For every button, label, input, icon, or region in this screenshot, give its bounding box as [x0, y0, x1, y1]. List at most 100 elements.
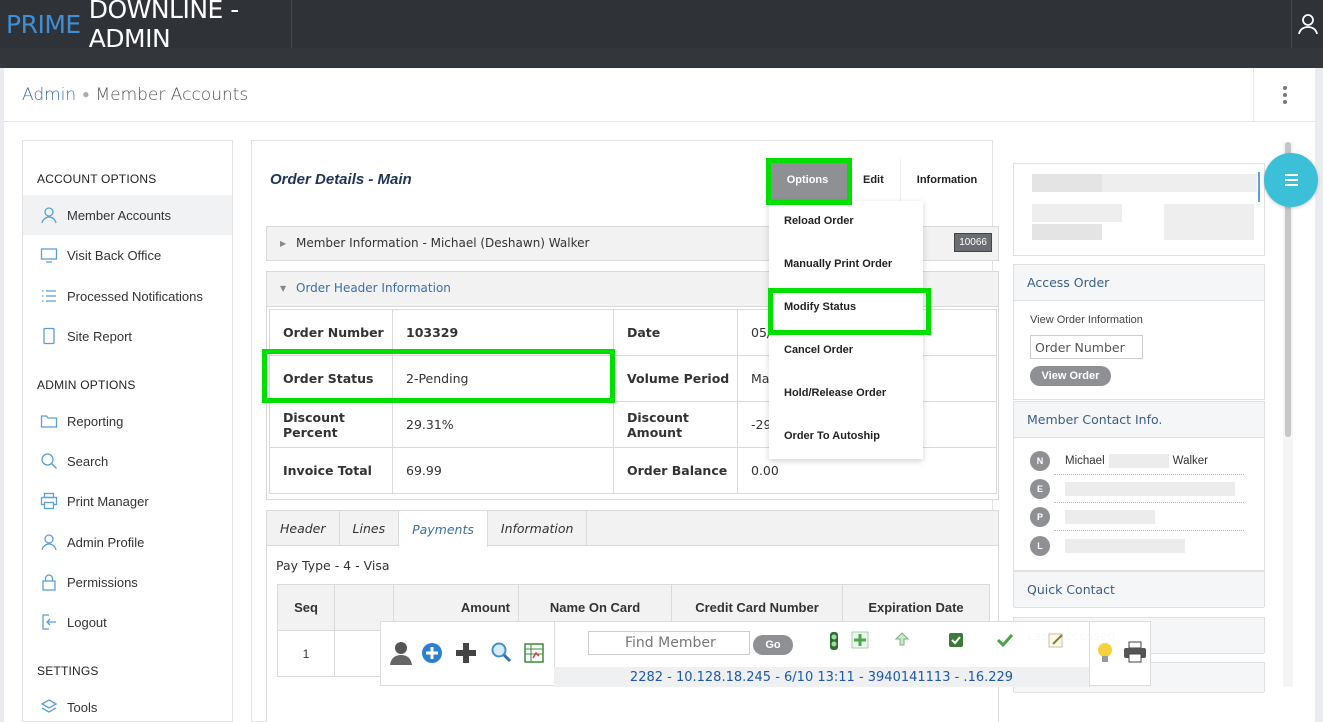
email-badge-icon: E	[1030, 479, 1050, 499]
user-icon	[1297, 14, 1318, 35]
highlight-modify-status	[768, 288, 931, 335]
member-silhouette-icon[interactable]	[389, 640, 413, 666]
checkmark-icon[interactable]	[996, 631, 1014, 649]
redacted-block	[1108, 454, 1169, 468]
date-label: Date	[613, 309, 738, 356]
traffic-light-icon[interactable]	[827, 632, 841, 650]
breadcrumb-admin-link[interactable]: Admin	[22, 85, 76, 105]
accent-bar	[1258, 172, 1260, 202]
printer-icon	[39, 491, 59, 511]
sidebar-item-label: Permissions	[67, 574, 138, 590]
quick-contact-card[interactable]: Quick Contact	[1013, 571, 1265, 608]
sidebar-item-processed-notifications[interactable]: Processed Notifications	[23, 276, 232, 316]
view-order-button[interactable]: View Order	[1030, 366, 1111, 386]
expanded-arrow-icon: ▼	[280, 284, 287, 293]
payment-tabs: Header Lines Payments Information	[267, 511, 998, 547]
menu-item-hold-release-order[interactable]: Hold/Release Order	[769, 373, 923, 413]
brand-logo[interactable]: PRIME DOWNLINE - ADMIN	[0, 0, 292, 53]
add-green-icon[interactable]	[851, 631, 869, 649]
sidebar-item-label: Reporting	[67, 413, 124, 429]
menu-fab-button[interactable]	[1264, 153, 1318, 207]
sidebar-item-site-report[interactable]: Site Report	[23, 316, 232, 356]
menu-item-manually-print-order[interactable]: Manually Print Order	[769, 244, 923, 284]
menu-item-order-to-autoship[interactable]: Order To Autoship	[769, 416, 923, 456]
sidebar-heading-settings: SETTINGS	[37, 664, 99, 678]
sidebar-heading-account: ACCOUNT OPTIONS	[37, 172, 157, 186]
layers-icon	[39, 697, 59, 717]
brand-prime: PRIME	[6, 9, 81, 39]
access-order-card: Access Order View Order Information Orde…	[1013, 264, 1265, 400]
printer-icon[interactable]	[1123, 641, 1147, 663]
member-contact-heading: Member Contact Info.	[1014, 402, 1264, 438]
sidebar-item-permissions[interactable]: Permissions	[23, 562, 232, 602]
payment-seq-cell: 1	[277, 630, 335, 677]
sidebar-item-reporting[interactable]: Reporting	[23, 401, 232, 441]
menu-item-cancel-order[interactable]: Cancel Order	[769, 330, 923, 370]
menu-item-reload-order[interactable]: Reload Order	[769, 201, 923, 241]
tablet-icon	[39, 326, 59, 346]
redacted-block	[1032, 174, 1102, 192]
sidebar-item-search[interactable]: Search	[23, 441, 232, 481]
add-circle-icon[interactable]	[421, 642, 443, 664]
sidebar-item-tools[interactable]: Tools	[23, 687, 232, 722]
breadcrumb-separator: ●	[82, 87, 90, 101]
invoice-total-value: 69.99	[392, 447, 614, 494]
tab-edit[interactable]: Edit	[847, 159, 900, 201]
location-badge-icon: L	[1030, 536, 1050, 556]
discount-percent-label: Discount Percent	[269, 401, 393, 448]
list-icon	[39, 286, 59, 306]
more-options-button[interactable]	[1253, 68, 1315, 122]
column-header-seq: Seq	[277, 584, 335, 631]
go-button[interactable]: Go	[753, 635, 793, 655]
contact-name-row: N Michael Walker	[1030, 450, 1208, 472]
sidebar-item-admin-profile[interactable]: Admin Profile	[23, 522, 232, 562]
spreadsheet-icon[interactable]	[523, 642, 545, 664]
user-menu-button[interactable]	[1291, 0, 1323, 48]
highlight-options-tab	[766, 158, 852, 205]
sidebar-item-visit-back-office[interactable]: Visit Back Office	[23, 235, 232, 275]
divider	[1054, 474, 1244, 475]
user-icon	[39, 532, 59, 552]
access-order-heading: Access Order	[1014, 265, 1264, 301]
plus-icon[interactable]	[455, 642, 477, 664]
sidebar-item-label: Logout	[67, 614, 107, 630]
tab-payments[interactable]: Payments	[399, 511, 488, 547]
search-icon[interactable]	[490, 641, 512, 663]
redacted-block	[1065, 539, 1185, 553]
edit-note-icon[interactable]	[1047, 631, 1065, 649]
volume-period-label: Volume Period	[613, 355, 738, 402]
name-badge-icon: N	[1030, 451, 1050, 471]
sidebar-item-member-accounts[interactable]: Member Accounts	[23, 195, 232, 235]
invoice-total-label: Invoice Total	[269, 447, 393, 494]
tab-information[interactable]: Information	[899, 159, 994, 201]
document-check-icon[interactable]	[947, 631, 965, 649]
user-icon	[39, 205, 59, 225]
order-header-label: Order Header Information	[296, 281, 451, 295]
sidebar-heading-admin: ADMIN OPTIONS	[37, 378, 136, 392]
pay-type-label: Pay Type - 4 - Visa	[276, 558, 390, 573]
find-member-input[interactable]: Find Member	[588, 631, 750, 655]
member-id-badge: 10066	[954, 233, 992, 252]
tab-header[interactable]: Header	[267, 511, 340, 546]
lightbulb-icon[interactable]	[1096, 642, 1114, 664]
tab-lines[interactable]: Lines	[340, 511, 400, 546]
sidebar-item-logout[interactable]: Logout	[23, 602, 232, 642]
quick-contact-heading: Quick Contact	[1014, 572, 1264, 608]
breadcrumb-current: Member Accounts	[95, 85, 249, 105]
sidebar-item-print-manager[interactable]: Print Manager	[23, 481, 232, 521]
member-contact-card: Member Contact Info. N Michael Walker E …	[1013, 401, 1265, 571]
divider	[1089, 622, 1090, 687]
top-bar: PRIME DOWNLINE - ADMIN	[0, 0, 1323, 53]
sidebar-item-label: Visit Back Office	[67, 247, 162, 263]
logout-icon	[39, 612, 59, 632]
order-number-input[interactable]: Order Number	[1030, 335, 1143, 359]
breadcrumb: Admin ● Member Accounts	[22, 85, 248, 105]
redacted-block	[1065, 482, 1235, 496]
sidebar-item-label: Search	[67, 453, 109, 469]
upload-icon[interactable]	[893, 631, 911, 649]
sidebar-item-label: Member Accounts	[67, 207, 172, 223]
topbar-spacer	[0, 48, 1323, 68]
divider	[1054, 530, 1244, 531]
highlight-order-status	[262, 349, 615, 403]
tab-payment-information[interactable]: Information	[488, 511, 588, 546]
